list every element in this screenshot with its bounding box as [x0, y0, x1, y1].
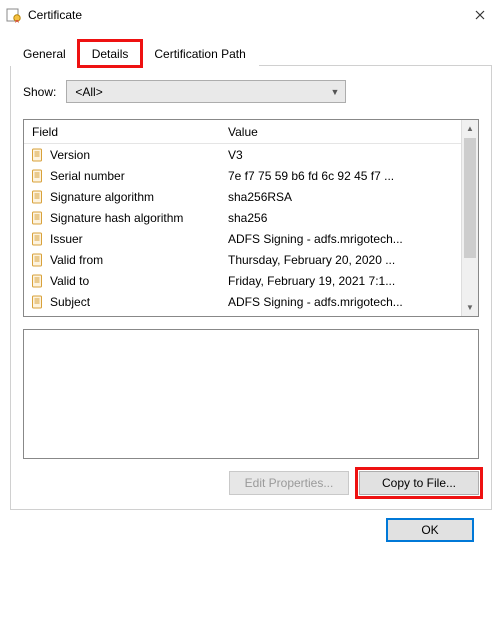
row-value: Friday, February 19, 2021 7:1...: [224, 274, 461, 288]
row-field: Subject: [50, 295, 224, 309]
scroll-thumb[interactable]: [464, 138, 476, 258]
show-label: Show:: [23, 85, 56, 99]
window-title: Certificate: [28, 8, 82, 22]
list-row[interactable]: Signature algorithmsha256RSA: [24, 186, 461, 207]
close-button[interactable]: [457, 0, 502, 30]
row-field: Signature algorithm: [50, 190, 224, 204]
tab-details[interactable]: Details: [79, 41, 142, 66]
tab-page-details: Show: <All> ▼ Field Value VersionV3Seria…: [10, 66, 492, 510]
row-field: Signature hash algorithm: [50, 211, 224, 225]
row-value: V3: [224, 148, 461, 162]
field-page-icon: [30, 252, 46, 268]
field-page-icon: [30, 168, 46, 184]
copy-to-file-button[interactable]: Copy to File...: [359, 471, 479, 495]
chevron-down-icon: ▼: [330, 87, 339, 97]
list-row[interactable]: IssuerADFS Signing - adfs.mrigotech...: [24, 228, 461, 249]
field-page-icon: [30, 210, 46, 226]
field-page-icon: [30, 189, 46, 205]
show-filter-value: <All>: [75, 85, 102, 99]
row-field: Version: [50, 148, 224, 162]
edit-properties-button: Edit Properties...: [229, 471, 349, 495]
vertical-scrollbar[interactable]: ▲ ▼: [461, 120, 478, 316]
list-row[interactable]: Valid fromThursday, February 20, 2020 ..…: [24, 249, 461, 270]
field-page-icon: [30, 273, 46, 289]
certificate-field-list: Field Value VersionV3Serial number7e f7 …: [23, 119, 479, 317]
list-header: Field Value: [24, 120, 478, 144]
row-field: Valid to: [50, 274, 224, 288]
row-value: ADFS Signing - adfs.mrigotech...: [224, 232, 461, 246]
field-detail-textarea[interactable]: [23, 329, 479, 459]
scroll-up-arrow[interactable]: ▲: [462, 120, 478, 137]
row-field: Valid from: [50, 253, 224, 267]
list-row[interactable]: Signature hash algorithmsha256: [24, 207, 461, 228]
tabstrip: General Details Certification Path: [10, 38, 492, 66]
show-filter-combo[interactable]: <All> ▼: [66, 80, 346, 103]
certificate-icon: [6, 7, 22, 23]
row-value: Thursday, February 20, 2020 ...: [224, 253, 461, 267]
column-header-value[interactable]: Value: [224, 125, 478, 139]
field-page-icon: [30, 294, 46, 310]
list-row[interactable]: Valid toFriday, February 19, 2021 7:1...: [24, 270, 461, 291]
ok-button[interactable]: OK: [386, 518, 474, 542]
list-row[interactable]: Serial number7e f7 75 59 b6 fd 6c 92 45 …: [24, 165, 461, 186]
scroll-down-arrow[interactable]: ▼: [462, 299, 478, 316]
field-page-icon: [30, 231, 46, 247]
row-value: 7e f7 75 59 b6 fd 6c 92 45 f7 ...: [224, 169, 461, 183]
list-row[interactable]: VersionV3: [24, 144, 461, 165]
titlebar: Certificate: [0, 0, 502, 30]
row-field: Serial number: [50, 169, 224, 183]
tab-certification-path[interactable]: Certification Path: [141, 41, 258, 66]
tab-general[interactable]: General: [10, 41, 79, 66]
row-field: Issuer: [50, 232, 224, 246]
row-value: ADFS Signing - adfs.mrigotech...: [224, 295, 461, 309]
column-header-field[interactable]: Field: [24, 125, 224, 139]
row-value: sha256: [224, 211, 461, 225]
list-row[interactable]: SubjectADFS Signing - adfs.mrigotech...: [24, 291, 461, 312]
row-value: sha256RSA: [224, 190, 461, 204]
field-page-icon: [30, 147, 46, 163]
